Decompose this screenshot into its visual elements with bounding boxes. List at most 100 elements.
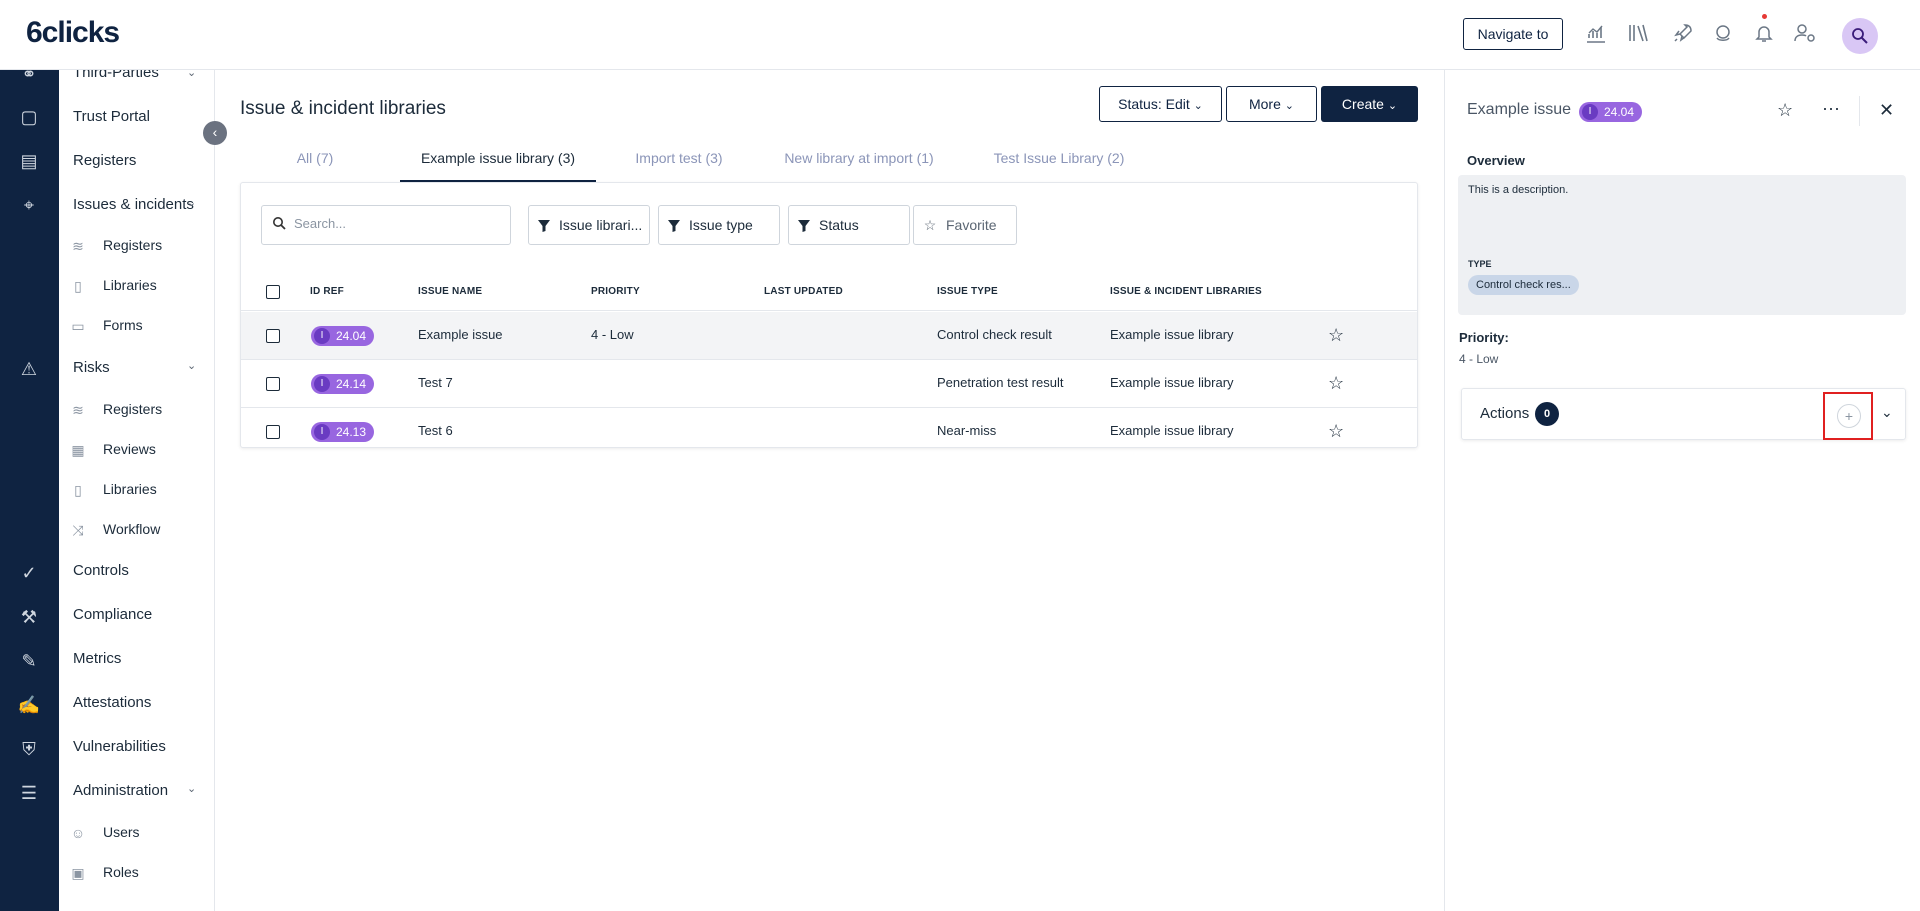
navigate-to-button[interactable]: Navigate to [1463,18,1563,50]
metrics-icon[interactable]: ✎ [17,649,41,673]
row-checkbox[interactable] [266,377,280,391]
book-icon: ▯ [74,482,82,498]
bell-icon[interactable] [1751,22,1777,48]
tab-all[interactable]: All (7) [240,140,390,182]
tab-example-issue-library[interactable]: Example issue library (3) [400,140,596,182]
more-options-icon[interactable]: ··· [1822,98,1840,119]
compliance-icon[interactable]: ⚒ [17,605,41,629]
chevron-down-icon[interactable]: ⌄ [187,782,196,795]
issues-icon[interactable]: ⌖ [17,193,41,217]
more-label: More [1248,96,1281,112]
favorite-filter-button[interactable]: ☆ Favorite [913,205,1017,245]
sidebar-item-third-parties[interactable]: Third-Parties [73,70,159,81]
app-logo[interactable]: 6clicks [26,16,120,50]
sidebar-item-forms[interactable]: Forms [103,317,143,333]
column-priority[interactable]: PRIORITY [591,286,640,297]
sidebar-item-roles[interactable]: Roles [103,864,139,880]
filter-status[interactable]: Status [788,205,910,245]
account-avatar[interactable] [1842,18,1878,54]
favorite-star-icon[interactable]: ☆ [1777,100,1793,121]
add-action-button[interactable]: + [1837,404,1861,428]
issue-name[interactable]: Test 6 [418,423,453,438]
favorite-star-icon[interactable]: ☆ [1328,421,1344,442]
trust-portal-icon[interactable]: ▢ [17,105,41,129]
row-checkbox[interactable] [266,329,280,343]
user-icon: ☺ [70,825,86,841]
attestations-icon[interactable]: ✍ [17,693,41,717]
analytics-icon[interactable] [1583,22,1609,48]
favorite-star-icon[interactable]: ☆ [1328,325,1344,346]
status-value: Edit [1165,96,1190,112]
sidebar-item-trust-portal[interactable]: Trust Portal [73,108,150,125]
issue-type: Control check result [937,327,1052,342]
filter-label: Status [819,217,859,233]
column-issue-type[interactable]: ISSUE TYPE [937,286,998,297]
chevron-down-icon[interactable]: ⌄ [187,70,196,79]
issue-library: Example issue library [1110,327,1234,342]
tab-import-test[interactable]: Import test (3) [604,140,754,182]
column-issue-name[interactable]: ISSUE NAME [418,286,482,297]
table-row[interactable]: I 24.13 Test 6 Near-miss Example issue li… [241,408,1417,456]
filter-issue-type[interactable]: Issue type [658,205,780,245]
chevron-down-icon[interactable]: ⌄ [187,196,196,209]
description-text: This is a description. [1468,184,1569,196]
sliders-icon[interactable]: ☰ [17,781,41,805]
issue-name[interactable]: Test 7 [418,375,453,390]
collapse-sidebar-button[interactable]: ‹ [203,121,227,145]
issue-library: Example issue library [1110,375,1234,390]
status-label: Status: [1118,96,1166,112]
page-title: Issue & incident libraries [240,98,446,119]
search-box[interactable] [261,205,511,245]
third-parties-icon[interactable]: ⚭ [17,62,41,86]
column-id-ref[interactable]: ID REF [310,286,344,297]
chevron-down-icon[interactable]: ⌄ [1881,404,1893,421]
sidebar-item-reviews[interactable]: Reviews [103,441,156,457]
sidebar-item-workflow[interactable]: Workflow [103,521,160,537]
chevron-down-icon: ⌄ [1193,100,1203,112]
table-row[interactable]: I 24.04 Example issue 4 - Low Control che… [241,312,1417,360]
row-checkbox[interactable] [266,425,280,439]
overview-box: This is a description. TYPE Control chec… [1458,175,1906,315]
issue-library: Example issue library [1110,423,1234,438]
sidebar-item-controls[interactable]: Controls [73,562,129,579]
sidebar-item-issues-libraries[interactable]: Libraries [103,277,157,293]
chevron-down-icon[interactable]: ⌄ [187,359,196,372]
priority-label: Priority: [1459,330,1509,345]
library-icon[interactable] [1625,22,1651,48]
issue-name[interactable]: Example issue [418,327,503,342]
user-settings-icon[interactable] [1792,22,1818,48]
search-input[interactable] [294,216,494,231]
more-button[interactable]: More ⌄ [1226,86,1317,122]
sidebar-item-risks-registers[interactable]: Registers [103,401,162,417]
sidebar-item-registers[interactable]: Registers [73,152,136,169]
registers-icon[interactable]: ▤ [17,149,41,173]
sidebar-item-issues-incidents[interactable]: Issues & incidents [73,196,194,213]
sidebar-item-risks-libraries[interactable]: Libraries [103,481,157,497]
risk-warning-icon[interactable]: ⚠ [17,357,41,381]
rocket-icon[interactable] [1670,22,1696,48]
shuffle-icon: ⤨ [72,522,84,538]
sidebar-item-issues-registers[interactable]: Registers [103,237,162,253]
sidebar-item-users[interactable]: Users [103,824,140,840]
create-button[interactable]: Create ⌄ [1321,86,1418,122]
sidebar-item-risks[interactable]: Risks [73,359,110,376]
sidebar-item-attestations[interactable]: Attestations [73,694,151,711]
sidebar-item-vulnerabilities[interactable]: Vulnerabilities [73,738,166,755]
shield-icon[interactable]: ⛨ [17,737,41,761]
tab-test-issue-library[interactable]: Test Issue Library (2) [964,140,1154,182]
filter-issue-libraries[interactable]: Issue librari... [528,205,650,245]
controls-icon[interactable]: ✓ [17,561,41,585]
close-icon[interactable]: ✕ [1879,100,1894,121]
column-libraries[interactable]: ISSUE & INCIDENT LIBRARIES [1110,286,1262,297]
calendar-icon: ▦ [71,442,85,458]
sidebar-item-administration[interactable]: Administration [73,782,168,799]
sidebar-item-metrics[interactable]: Metrics [73,650,121,667]
favorite-star-icon[interactable]: ☆ [1328,373,1344,394]
column-last-updated[interactable]: LAST UPDATED [764,286,843,297]
status-dropdown-button[interactable]: Status: Edit ⌄ [1099,86,1222,122]
tab-new-library-at-import[interactable]: New library at import (1) [764,140,954,182]
sidebar-item-compliance[interactable]: Compliance [73,606,152,623]
table-row[interactable]: I 24.14 Test 7 Penetration test result Ex… [241,360,1417,408]
select-all-checkbox[interactable] [266,285,280,299]
support-icon[interactable] [1710,22,1736,48]
